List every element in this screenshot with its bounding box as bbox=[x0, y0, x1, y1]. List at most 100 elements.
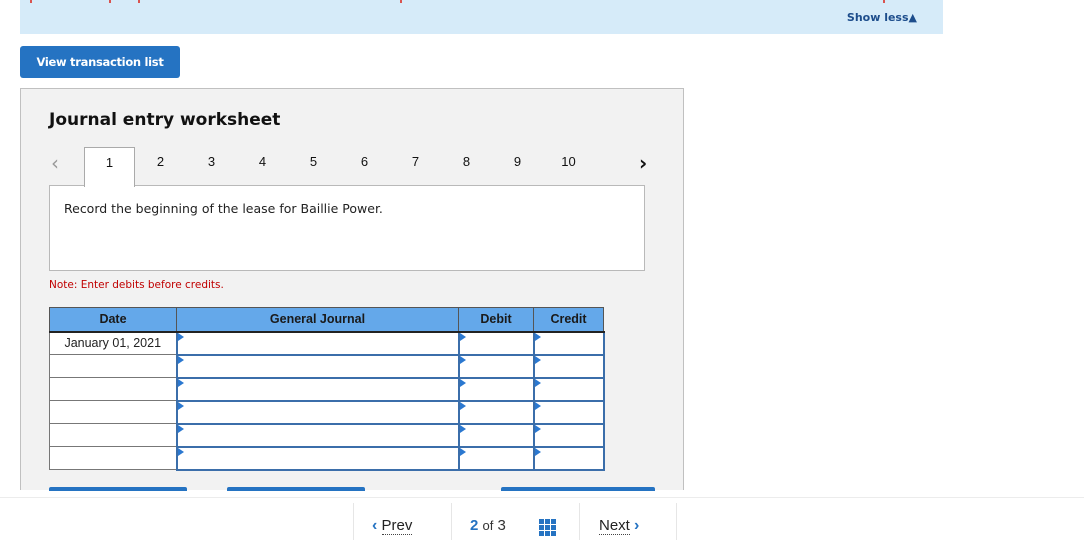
prev-button[interactable]: ‹ Prev bbox=[372, 517, 413, 535]
debit-input[interactable] bbox=[459, 332, 533, 354]
pager-separator bbox=[353, 503, 354, 540]
triangle-up-icon: ▲ bbox=[908, 11, 917, 24]
account-input[interactable] bbox=[177, 447, 458, 469]
account-input[interactable] bbox=[177, 378, 458, 400]
credit-cell[interactable] bbox=[532, 330, 605, 356]
account-input[interactable] bbox=[177, 332, 458, 354]
red-mark bbox=[109, 0, 111, 3]
account-cell[interactable] bbox=[175, 422, 460, 448]
credit-cell[interactable] bbox=[532, 422, 605, 448]
chevron-right-icon: › bbox=[634, 517, 640, 534]
debit-input[interactable] bbox=[459, 401, 533, 423]
table-row bbox=[49, 422, 605, 448]
prompt-box: Record the beginning of the lease for Ba… bbox=[49, 185, 645, 271]
account-cell[interactable] bbox=[175, 445, 460, 471]
account-input[interactable] bbox=[177, 355, 458, 377]
prompt-text: Record the beginning of the lease for Ba… bbox=[64, 201, 383, 216]
view-transaction-list-button[interactable]: View transaction list bbox=[20, 46, 180, 78]
debit-cell[interactable] bbox=[457, 445, 535, 471]
debit-input[interactable] bbox=[459, 355, 533, 377]
tab-7[interactable]: 7 bbox=[390, 147, 441, 186]
credit-input[interactable] bbox=[534, 424, 603, 446]
account-input[interactable] bbox=[177, 401, 458, 423]
credit-input[interactable] bbox=[534, 355, 603, 377]
credit-cell[interactable] bbox=[532, 353, 605, 379]
debit-cell[interactable] bbox=[457, 376, 535, 402]
next-button[interactable]: Next › bbox=[599, 517, 639, 535]
banner-top-marks bbox=[20, 0, 943, 3]
dropdown-flag-icon bbox=[459, 332, 466, 341]
tab-9[interactable]: 9 bbox=[492, 147, 543, 186]
table-row bbox=[49, 445, 605, 471]
tab-5[interactable]: 5 bbox=[288, 147, 339, 186]
dropdown-flag-icon bbox=[534, 447, 541, 456]
credit-header: Credit bbox=[533, 307, 604, 333]
worksheet-title: Journal entry worksheet bbox=[49, 110, 281, 130]
dropdown-flag-icon bbox=[534, 332, 541, 341]
show-less-link[interactable]: Show less▲ bbox=[847, 11, 917, 24]
debit-header: Debit bbox=[458, 307, 534, 333]
credit-cell[interactable] bbox=[532, 445, 605, 471]
view-general-journal-button[interactable] bbox=[501, 487, 655, 491]
chevron-right-icon[interactable]: › bbox=[639, 151, 647, 175]
tab-4[interactable]: 4 bbox=[237, 147, 288, 186]
debit-cell[interactable] bbox=[457, 353, 535, 379]
dropdown-flag-icon bbox=[459, 424, 466, 433]
tab-8[interactable]: 8 bbox=[441, 147, 492, 186]
tab-10[interactable]: 10 bbox=[543, 147, 594, 186]
debit-cell[interactable] bbox=[457, 422, 535, 448]
debit-input[interactable] bbox=[459, 447, 533, 469]
tab-2[interactable]: 2 bbox=[135, 147, 186, 186]
chevron-left-icon[interactable]: ‹ bbox=[51, 151, 59, 175]
credit-cell[interactable] bbox=[532, 399, 605, 425]
account-cell[interactable] bbox=[175, 353, 460, 379]
dropdown-flag-icon bbox=[177, 355, 184, 364]
dropdown-flag-icon bbox=[177, 447, 184, 456]
tab-1[interactable]: 1 bbox=[84, 147, 135, 187]
date-header: Date bbox=[49, 307, 177, 333]
table-row bbox=[49, 376, 605, 402]
tab-3[interactable]: 3 bbox=[186, 147, 237, 186]
dropdown-flag-icon bbox=[459, 401, 466, 410]
next-label: Next bbox=[599, 517, 630, 535]
credit-input[interactable] bbox=[534, 401, 603, 423]
date-cell bbox=[49, 400, 177, 424]
tab-6[interactable]: 6 bbox=[339, 147, 390, 186]
dropdown-flag-icon bbox=[534, 424, 541, 433]
dropdown-flag-icon bbox=[177, 378, 184, 387]
dropdown-flag-icon bbox=[177, 401, 184, 410]
debit-input[interactable] bbox=[459, 424, 533, 446]
date-cell bbox=[49, 446, 177, 470]
credit-input[interactable] bbox=[534, 447, 603, 469]
total-pages: 3 bbox=[497, 517, 506, 534]
debit-input[interactable] bbox=[459, 378, 533, 400]
journal-table: Date General Journal Debit Credit Januar… bbox=[49, 307, 605, 471]
debit-credit-note: Note: Enter debits before credits. bbox=[49, 279, 224, 291]
record-entry-button[interactable] bbox=[49, 487, 187, 491]
red-mark bbox=[138, 0, 140, 3]
account-cell[interactable] bbox=[175, 330, 460, 356]
account-cell[interactable] bbox=[175, 376, 460, 402]
general-journal-header: General Journal bbox=[176, 307, 459, 333]
red-mark bbox=[400, 0, 402, 3]
pager-separator bbox=[451, 503, 452, 540]
credit-input[interactable] bbox=[534, 332, 603, 354]
clear-entry-button[interactable] bbox=[227, 487, 365, 491]
credit-cell[interactable] bbox=[532, 376, 605, 402]
account-cell[interactable] bbox=[175, 399, 460, 425]
table-row bbox=[49, 399, 605, 425]
chevron-left-icon: ‹ bbox=[372, 517, 378, 534]
dropdown-flag-icon bbox=[459, 378, 466, 387]
show-less-label: Show less bbox=[846, 11, 909, 24]
date-cell bbox=[49, 377, 177, 401]
journal-entry-worksheet: Journal entry worksheet ‹ 1 2 3 4 5 6 7 … bbox=[20, 88, 684, 490]
debit-cell[interactable] bbox=[457, 330, 535, 356]
credit-input[interactable] bbox=[534, 378, 603, 400]
debit-cell[interactable] bbox=[457, 399, 535, 425]
dropdown-flag-icon bbox=[534, 355, 541, 364]
account-input[interactable] bbox=[177, 424, 458, 446]
dropdown-flag-icon bbox=[534, 401, 541, 410]
grid-icon[interactable] bbox=[539, 519, 556, 536]
dropdown-flag-icon bbox=[177, 424, 184, 433]
red-mark bbox=[883, 0, 885, 3]
